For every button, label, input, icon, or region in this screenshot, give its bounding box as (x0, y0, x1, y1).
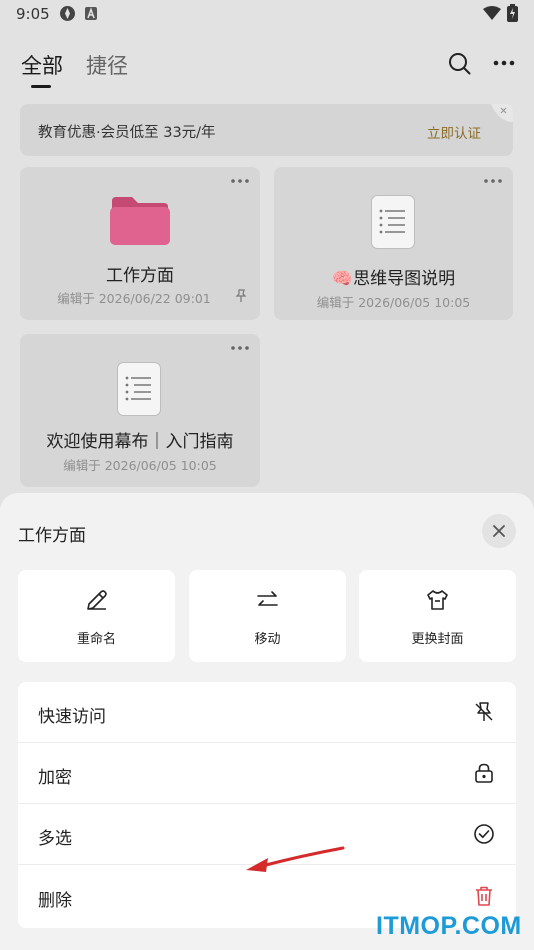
status-bar: 9:05 (0, 0, 534, 28)
swap-arrows-icon (257, 591, 278, 606)
battery-icon (507, 4, 518, 22)
document-card[interactable]: 欢迎使用幕布｜入门指南 编辑于 2026/06/05 10:05 (20, 334, 260, 487)
verify-now-link[interactable]: 立即认证 (427, 122, 481, 142)
lock-icon (475, 763, 493, 783)
status-time: 9:05 (16, 5, 50, 23)
menu-item-label: 删除 (38, 891, 72, 911)
folder-icon (110, 197, 170, 245)
rename-button[interactable]: 重命名 (18, 570, 175, 662)
pin-icon (235, 289, 247, 302)
app-status-icon (60, 6, 75, 21)
more-menu-icon[interactable] (493, 60, 515, 66)
folder-card[interactable]: 工作方面 编辑于 2026/06/22 09:01 (20, 167, 260, 320)
card-title: 欢迎使用幕布｜入门指南 (46, 432, 234, 452)
pencil-icon (87, 590, 107, 610)
move-button[interactable]: 移动 (189, 570, 346, 662)
card-title: 工作方面 (106, 266, 174, 286)
tab-all[interactable]: 全部 (21, 50, 63, 80)
tab-shortcuts[interactable]: 捷径 (86, 50, 128, 80)
watermark: ITMOP.COM (376, 912, 522, 940)
shirt-icon (427, 590, 448, 610)
promo-text: 教育优惠·会员低至 33元/年 (38, 125, 216, 141)
card-date: 编辑于 2026/06/05 10:05 (63, 458, 217, 473)
pin-off-icon (475, 702, 493, 721)
card-more-icon[interactable] (483, 177, 503, 185)
promo-banner[interactable]: 教育优惠·会员低至 33元/年 立即认证 (20, 104, 513, 156)
check-circle-icon (474, 824, 494, 844)
document-icon (371, 195, 415, 249)
change-cover-button[interactable]: 更换封面 (359, 570, 516, 662)
banner-close-icon[interactable] (491, 104, 513, 122)
close-button[interactable] (482, 514, 516, 548)
card-more-icon[interactable] (230, 177, 250, 185)
active-tab-indicator (31, 85, 51, 88)
rename-label: 重命名 (76, 632, 116, 647)
card-date: 编辑于 2026/06/05 10:05 (316, 295, 471, 310)
sheet-title: 工作方面 (18, 526, 86, 546)
menu-item-label: 快速访问 (38, 707, 106, 727)
menu-item-label: 加密 (38, 768, 72, 788)
menu-item-encrypt[interactable]: 加密 (18, 743, 516, 804)
menu-item-quick-access[interactable]: 快速访问 (18, 682, 516, 743)
search-icon[interactable] (448, 52, 471, 75)
wifi-icon (483, 6, 501, 20)
annotation-arrow-icon (246, 846, 345, 872)
change-cover-label: 更换封面 (411, 632, 464, 647)
card-title: 🧠思维导图说明 (331, 269, 456, 289)
action-menu: 快速访问 加密 多选 删除 (18, 682, 516, 928)
document-icon (117, 362, 161, 416)
move-label: 移动 (254, 632, 281, 647)
document-card[interactable]: 🧠思维导图说明 编辑于 2026/06/05 10:05 (274, 167, 513, 320)
notification-a-icon (85, 7, 97, 20)
trash-icon (476, 886, 492, 906)
card-date: 编辑于 2026/06/22 09:01 (57, 291, 211, 306)
close-icon (493, 525, 505, 537)
card-more-icon[interactable] (230, 344, 250, 352)
menu-item-label: 多选 (38, 829, 72, 849)
bottom-sheet: 工作方面 重命名 移动 更换封面 快速访问 加密 多选 删除 (0, 493, 534, 950)
